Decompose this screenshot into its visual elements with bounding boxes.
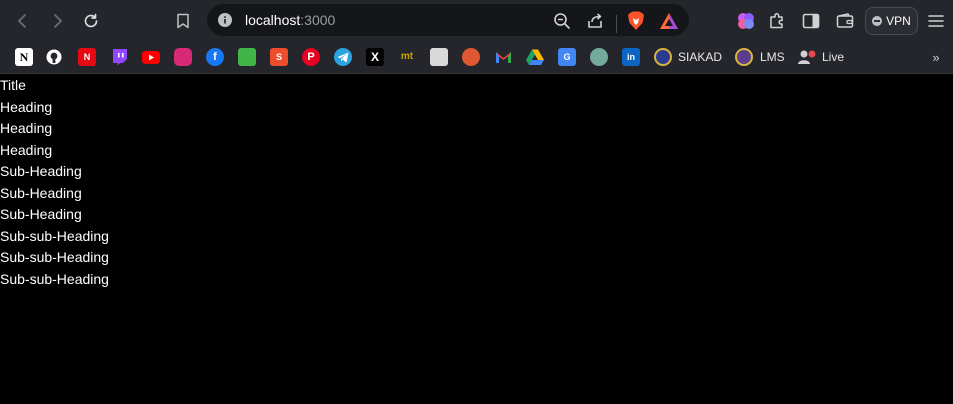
github-icon[interactable] (45, 48, 63, 66)
facebook-icon[interactable]: f (206, 48, 224, 66)
extensions-icon[interactable] (765, 9, 789, 33)
sidebar-toggle-icon[interactable] (799, 9, 823, 33)
telegram-icon[interactable] (334, 48, 352, 66)
instagram-icon[interactable] (174, 48, 192, 66)
reload-icon (84, 13, 98, 28)
tokopedia-icon[interactable] (238, 48, 256, 66)
bookmark-label-lms[interactable]: LMS (760, 49, 785, 65)
address-bar[interactable]: localhost:3000 (207, 4, 689, 36)
document-icon[interactable] (430, 48, 448, 66)
title-text: Title (0, 77, 26, 93)
vpn-button[interactable]: VPN (865, 7, 918, 35)
url-text[interactable]: localhost:3000 (245, 12, 335, 28)
translate-icon[interactable]: G (558, 48, 576, 66)
page-content: Title Heading Heading Heading Sub-Heading Sub… (0, 74, 953, 404)
bookmark-label-live[interactable]: Live (822, 49, 844, 65)
sub-heading-text: Sub-Heading (0, 163, 82, 179)
browser-toolbar: localhost:3000 VPN (0, 0, 953, 42)
share-icon[interactable] (584, 10, 606, 32)
address-bar-separator (616, 15, 617, 33)
arrow-right-icon (54, 14, 62, 28)
x-icon[interactable]: X (366, 48, 384, 66)
sub-sub-heading-text: Sub-sub-Heading (0, 249, 109, 265)
zoom-icon[interactable] (551, 10, 573, 32)
menu-button[interactable] (924, 9, 948, 33)
sub-sub-heading-text: Sub-sub-Heading (0, 227, 109, 244)
sub-heading-text: Sub-Heading (0, 184, 82, 201)
bookmark-label-siakad[interactable]: SIAKAD (678, 49, 722, 65)
notion-icon[interactable]: N (15, 48, 33, 66)
mt-icon[interactable]: mt (398, 48, 416, 66)
heading-text: Heading (0, 141, 53, 158)
brave-shields-icon[interactable] (625, 10, 647, 32)
site-info-icon[interactable] (217, 12, 233, 28)
browser-window: localhost:3000 VPN » N N f S P X mt G in… (0, 0, 953, 404)
vpn-label: VPN (886, 14, 911, 28)
url-port: :3000 (300, 12, 336, 28)
pinterest-icon[interactable]: P (302, 48, 320, 66)
netflix-icon[interactable]: N (78, 48, 96, 66)
lms-logo-icon[interactable] (735, 48, 753, 66)
hamburger-menu-icon (928, 15, 944, 27)
live-icon[interactable] (798, 48, 816, 66)
shopee-icon[interactable]: S (270, 48, 288, 66)
url-host: localhost (245, 12, 301, 28)
bookmark-page-button[interactable] (170, 8, 196, 34)
sub-sub-heading-text: Sub-sub-Heading (0, 270, 109, 287)
forward-button[interactable] (40, 4, 74, 38)
gmail-icon[interactable] (494, 48, 512, 66)
bookmarks-bar: » N Nf S P Xmt Gin SIAKAD LMS Live (0, 42, 953, 74)
vpn-status-icon (872, 16, 883, 26)
twitch-icon[interactable] (110, 48, 128, 66)
heading-text: Heading (0, 98, 53, 115)
bookmarks-overflow-icon[interactable]: » (928, 48, 944, 66)
duckduckgo-icon[interactable] (462, 48, 480, 66)
bookmark-icon (177, 13, 189, 29)
reload-button[interactable] (74, 4, 108, 38)
leo-ai-icon[interactable] (734, 9, 758, 33)
linkedin-icon[interactable]: in (622, 48, 640, 66)
google-drive-icon[interactable] (526, 48, 544, 66)
siakad-logo-icon[interactable] (654, 48, 672, 66)
heading-text: Heading (0, 120, 53, 136)
brave-rewards-icon[interactable] (658, 10, 680, 32)
back-button[interactable] (6, 4, 40, 38)
wallet-icon[interactable] (833, 9, 857, 33)
youtube-icon[interactable] (142, 48, 160, 66)
arrow-left-icon (18, 14, 26, 28)
chatgpt-icon[interactable] (590, 48, 608, 66)
sub-heading-text: Sub-Heading (0, 206, 82, 222)
